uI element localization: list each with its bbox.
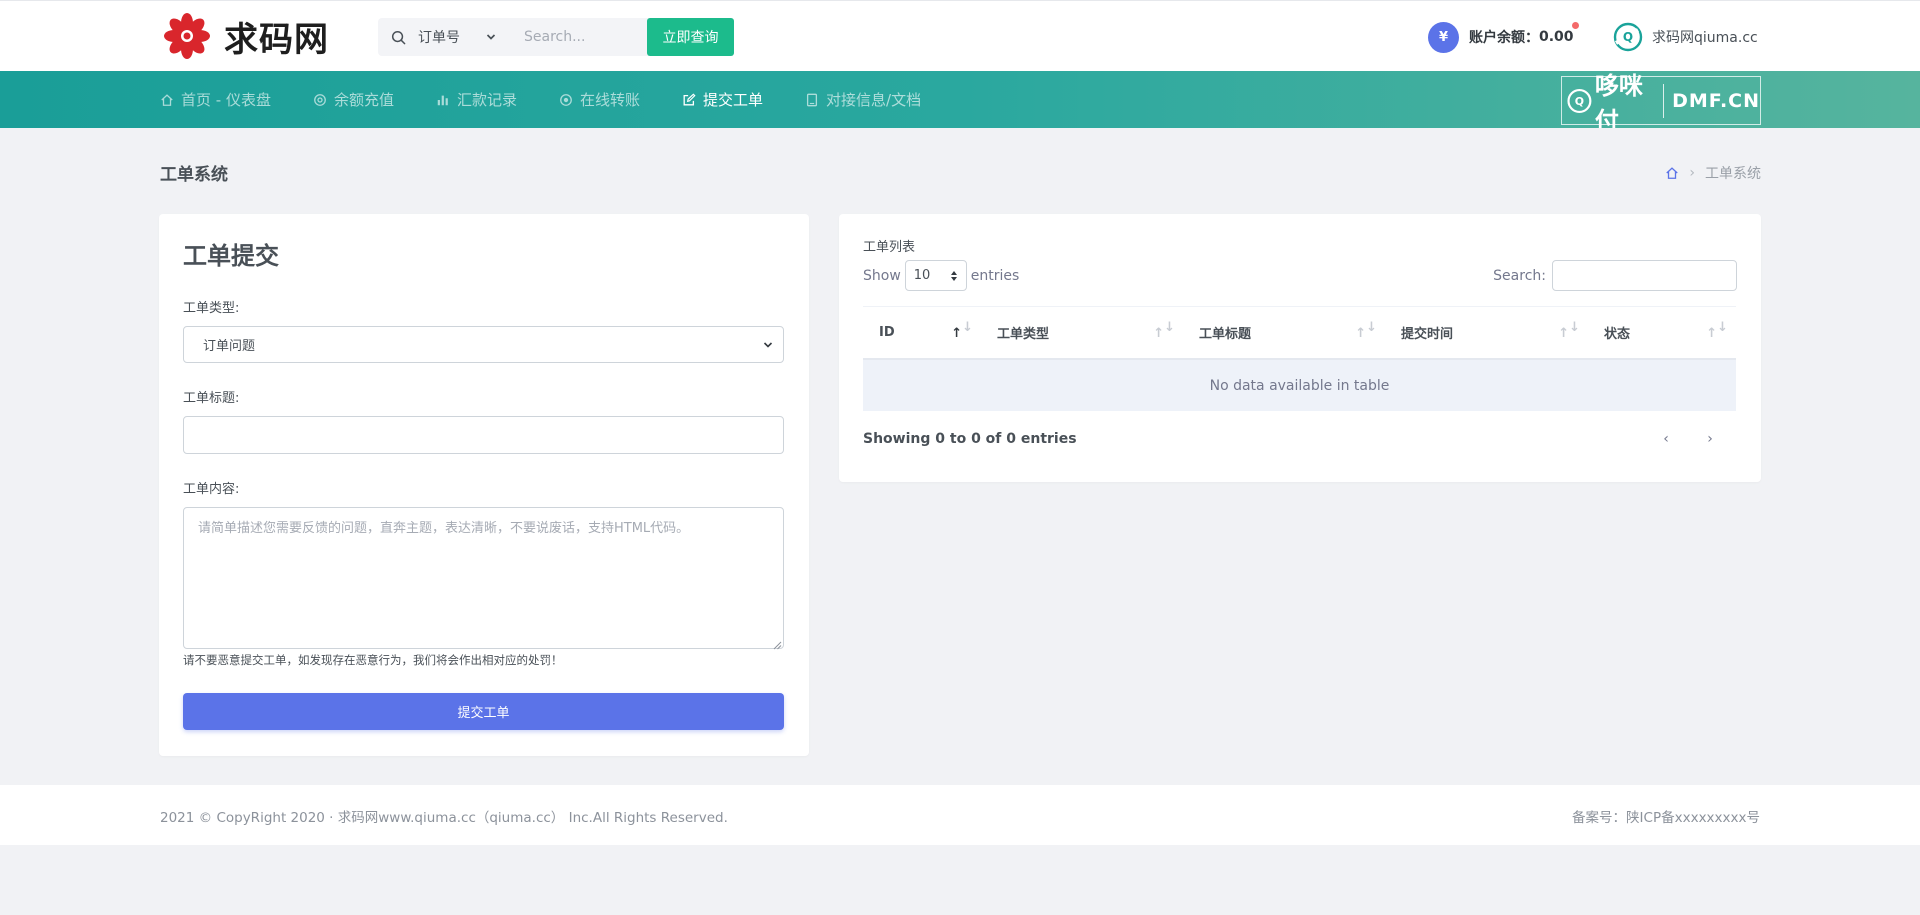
empty-table-row: No data available in table bbox=[863, 360, 1736, 411]
form-warning-note: 请不要恶意提交工单，如发现存在恶意行为，我们将会作出相对应的处罚！ bbox=[183, 653, 563, 667]
breadcrumb-separator: › bbox=[1689, 165, 1695, 181]
ticket-list-card: 工单列表 Show 10 entries Search: ID ↑ ↓ 工单类型 … bbox=[839, 214, 1761, 482]
partner-divider bbox=[1663, 83, 1665, 118]
form-title: 工单提交 bbox=[183, 242, 279, 270]
page-title: 工单系统 bbox=[160, 165, 228, 185]
table-search-input[interactable] bbox=[1552, 260, 1737, 291]
svg-text:Q: Q bbox=[1575, 95, 1584, 108]
chevron-down-icon bbox=[763, 341, 773, 348]
table-search-label: Search: bbox=[1493, 267, 1546, 284]
ticket-content-label: 工单内容: bbox=[183, 482, 240, 497]
ticket-subject-label: 工单标题: bbox=[183, 391, 240, 406]
ticket-submit-card: 工单提交 工单类型: 订单问题 工单标题: 工单内容: 请不要恶意提交工单，如发… bbox=[159, 214, 809, 756]
account-balance[interactable]: ¥ 账户余额： 0.00 bbox=[1428, 21, 1579, 53]
ticket-type-select[interactable]: 订单问题 bbox=[183, 326, 784, 363]
footer: 2021 © CopyRight 2020 · 求码网www.qiuma.cc（… bbox=[0, 785, 1920, 845]
partner-logo[interactable]: Q 哆咪付 DMF.CN bbox=[1561, 72, 1761, 135]
avatar-logo-icon: Q bbox=[1613, 22, 1643, 52]
partner-domain: DMF.CN bbox=[1672, 89, 1761, 112]
partner-name: 哆咪付 bbox=[1594, 71, 1643, 135]
list-title: 工单列表 bbox=[863, 240, 916, 255]
logo-text: 求码网 bbox=[224, 19, 329, 60]
column-header-subject[interactable]: 工单标题 ↑ ↓ bbox=[1183, 307, 1385, 359]
pagination: ‹ › bbox=[1637, 426, 1725, 452]
column-header-status[interactable]: 状态 ↑ ↓ bbox=[1588, 307, 1736, 359]
nav-item-recharge[interactable]: 余额充值 bbox=[313, 89, 394, 110]
breadcrumb: › 工单系统 bbox=[1665, 163, 1761, 183]
balance-label: 账户余额： bbox=[1469, 30, 1539, 46]
nav-item-label: 在线转账 bbox=[579, 91, 640, 109]
nav-item-label: 提交工单 bbox=[703, 91, 764, 109]
sort-icon: ↑ ↓ bbox=[1558, 319, 1580, 341]
flower-logo-icon bbox=[164, 13, 210, 59]
transfer-icon bbox=[560, 93, 572, 106]
nav-item-submit-ticket[interactable]: 提交工单 bbox=[682, 89, 763, 110]
ticket-table: ID ↑ ↓ 工单类型 ↑ ↓ 工单标题 ↑ ↓ 提交时间 ↑ ↓ 状态 ↑ ↓ No d… bbox=[863, 306, 1736, 411]
entries-value: 10 bbox=[913, 268, 931, 283]
previous-page-button[interactable]: ‹ bbox=[1651, 426, 1681, 452]
search-type-select[interactable]: 订单号 bbox=[418, 18, 508, 56]
chevron-down-icon bbox=[486, 34, 496, 40]
yen-icon: ¥ bbox=[1428, 21, 1459, 53]
table-search: Search: bbox=[1493, 260, 1737, 291]
balance-value: 0.00 bbox=[1539, 29, 1574, 45]
nav-item-label: 余额充值 bbox=[333, 91, 394, 109]
notification-dot bbox=[1572, 22, 1579, 29]
ticket-content-textarea[interactable] bbox=[183, 507, 784, 649]
partner-logo-icon: Q bbox=[1567, 88, 1592, 113]
ticket-subject-input[interactable] bbox=[183, 416, 784, 454]
bar-chart-icon bbox=[437, 95, 448, 105]
svg-text:Q: Q bbox=[1623, 30, 1633, 44]
user-menu[interactable]: Q 求码网qiuma.cc bbox=[1612, 21, 1758, 53]
show-label: Show bbox=[863, 267, 901, 284]
next-page-button[interactable]: › bbox=[1695, 426, 1725, 452]
sort-icon: ↑ ↓ bbox=[1355, 319, 1377, 341]
submit-ticket-button[interactable]: 提交工单 bbox=[183, 693, 784, 730]
nav-item-label: 对接信息/文档 bbox=[826, 91, 922, 109]
entries-per-page-select[interactable]: 10 bbox=[904, 260, 967, 291]
search-icon bbox=[378, 18, 418, 56]
column-header-type[interactable]: 工单类型 ↑ ↓ bbox=[981, 307, 1183, 359]
edit-icon bbox=[683, 92, 696, 105]
sort-updown-icon bbox=[950, 270, 957, 281]
page-title-band bbox=[0, 128, 1920, 198]
resize-grip-icon[interactable] bbox=[772, 640, 782, 650]
search-input[interactable] bbox=[508, 18, 628, 56]
column-header-id[interactable]: ID ↑ ↓ bbox=[863, 307, 981, 359]
search-type-value: 订单号 bbox=[418, 30, 460, 46]
sort-icon: ↑ ↓ bbox=[1153, 319, 1175, 341]
nav-item-remittance[interactable]: 汇款记录 bbox=[436, 89, 517, 110]
user-name: 求码网qiuma.cc bbox=[1652, 30, 1758, 46]
target-icon bbox=[314, 93, 326, 106]
breadcrumb-current: 工单系统 bbox=[1705, 166, 1761, 182]
copyright-text: 2021 © CopyRight 2020 · 求码网www.qiuma.cc（… bbox=[160, 810, 728, 826]
sort-icon: ↑ ↓ bbox=[951, 319, 973, 341]
site-logo[interactable]: 求码网 bbox=[160, 13, 329, 60]
table-header-row: ID ↑ ↓ 工单类型 ↑ ↓ 工单标题 ↑ ↓ 提交时间 ↑ ↓ 状态 ↑ ↓ bbox=[863, 306, 1736, 360]
nav-item-label: 首页 - 仪表盘 bbox=[181, 91, 271, 109]
ticket-type-value: 订单问题 bbox=[203, 339, 256, 354]
sort-icon: ↑ ↓ bbox=[1706, 319, 1728, 341]
entries-label: entries bbox=[970, 267, 1020, 284]
query-now-button[interactable]: 立即查询 bbox=[647, 18, 734, 56]
home-icon[interactable] bbox=[1665, 166, 1679, 180]
ticket-type-label: 工单类型: bbox=[183, 301, 240, 316]
table-info: Showing 0 to 0 of 0 entries bbox=[863, 431, 1077, 447]
column-header-submit-time[interactable]: 提交时间 ↑ ↓ bbox=[1385, 307, 1588, 359]
nav-item-label: 汇款记录 bbox=[456, 91, 517, 109]
top-header: 求码网 订单号 立即查询 ¥ 账户余额： 0.00 Q 求码网qiuma.cc bbox=[0, 0, 1920, 71]
show-entries: Show 10 entries bbox=[863, 260, 1019, 291]
home-icon bbox=[161, 93, 173, 106]
book-icon bbox=[806, 93, 818, 106]
nav-item-api-docs[interactable]: 对接信息/文档 bbox=[805, 89, 921, 110]
nav-item-transfer[interactable]: 在线转账 bbox=[559, 89, 640, 110]
nav-item-dashboard[interactable]: 首页 - 仪表盘 bbox=[160, 89, 271, 110]
icp-text[interactable]: 备案号：陕ICP备xxxxxxxxx号 bbox=[1572, 806, 1760, 826]
